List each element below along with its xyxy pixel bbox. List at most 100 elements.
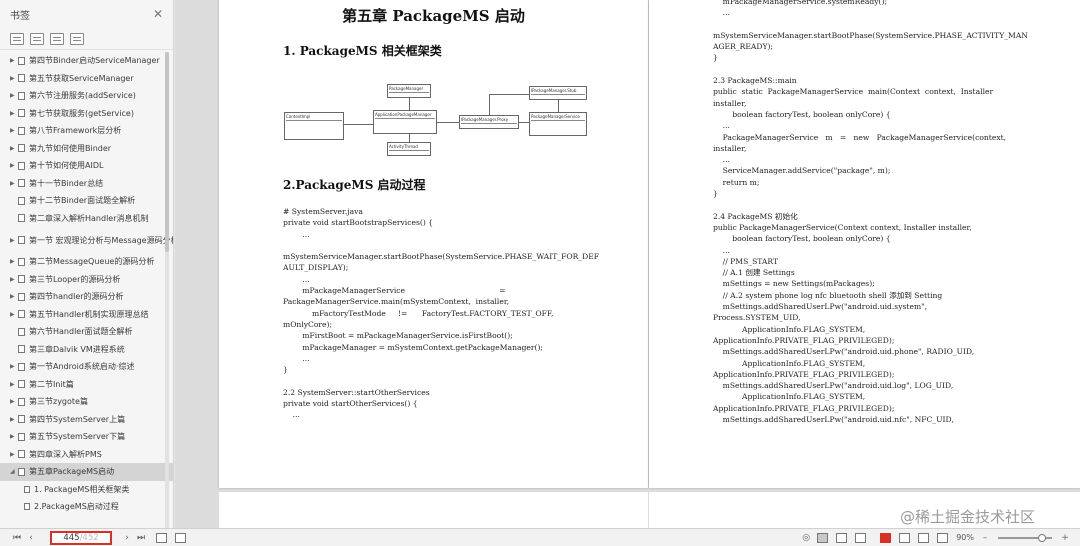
expanded-arrow-icon[interactable]: ◢ [10, 468, 18, 475]
collapsed-arrow-icon[interactable]: ▶ [10, 276, 18, 283]
expand-all-icon[interactable] [10, 32, 24, 45]
bookmark-icon [18, 196, 25, 205]
scrollbar-thumb[interactable] [165, 52, 169, 252]
bookmark-label: 第五节SystemServer下篇 [29, 432, 126, 442]
bookmark-icon [18, 236, 25, 244]
document-view[interactable]: 第五章 PackageMS 启动 1. PackageMS 相关框架类 Cont… [175, 0, 1080, 528]
bookmark-icon [18, 257, 25, 266]
bookmark-item[interactable]: ▶ 第四节SystemServer上篇 [0, 411, 173, 429]
collapsed-arrow-icon[interactable]: ▶ [10, 127, 18, 134]
bookmark-item[interactable]: ▶ 第九节如何使用Binder [0, 140, 173, 158]
fit-width-icon[interactable] [175, 532, 186, 543]
collapsed-arrow-icon[interactable]: ▶ [10, 311, 18, 318]
collapse-all-icon[interactable] [30, 32, 44, 45]
bookmark-item[interactable]: 第十二节Binder面试题全解析 [0, 192, 173, 210]
rotate-icon[interactable] [918, 532, 930, 543]
collapsed-arrow-icon[interactable]: ▶ [10, 363, 18, 370]
bookmark-icon [18, 432, 25, 441]
bookmark-item[interactable]: ▶ 第三节Looper的源码分析 [0, 271, 173, 289]
bookmark-label: 第六节Handler面试题全解析 [29, 327, 133, 337]
bookmark-label: 第五节获取ServiceManager [29, 73, 134, 83]
collapsed-arrow-icon[interactable]: ▶ [10, 162, 18, 169]
bookmark-item[interactable]: ▶ 第五节SystemServer下篇 [0, 428, 173, 446]
zoom-out-icon[interactable]: – [978, 533, 992, 543]
reading-mode-icon[interactable]: ◎ [799, 533, 813, 543]
status-bar: ⏮ ‹ 445 /452 › ⏭ ◎ 90% – + [0, 528, 1080, 546]
bookmark-label: 2.PackageMS启动过程 [34, 502, 119, 512]
prev-page-icon[interactable]: ‹ [24, 533, 38, 543]
collapsed-arrow-icon[interactable]: ▶ [10, 237, 18, 244]
continuous-icon[interactable] [899, 532, 911, 543]
collapsed-arrow-icon[interactable]: ▶ [10, 92, 18, 99]
bookmark-item[interactable]: 第六节Handler面试题全解析 [0, 323, 173, 341]
uml-box-contextimpl: ContextImpl [284, 112, 344, 140]
bookmark-icon [18, 74, 25, 83]
collapsed-arrow-icon[interactable]: ▶ [10, 145, 18, 152]
page-number-input[interactable]: 445 /452 [50, 530, 112, 545]
bookmark-item[interactable]: ▶ 第四章深入解析PMS [0, 446, 173, 464]
next-page-icon[interactable]: › [120, 533, 134, 543]
bookmark-item[interactable]: ▶ 第十一节Binder总结 [0, 175, 173, 193]
bookmark-item[interactable]: ▶ 第七节获取服务(getService) [0, 105, 173, 123]
single-page-icon[interactable] [817, 532, 829, 543]
uml-link [344, 124, 373, 125]
next-page-left [219, 492, 648, 528]
collapsed-arrow-icon[interactable]: ▶ [10, 451, 18, 458]
bookmark-icon [18, 179, 25, 188]
add-bookmark-icon[interactable] [50, 32, 64, 45]
bookmark-item[interactable]: ▶ 第五节获取ServiceManager [0, 70, 173, 88]
bookmark-icon [18, 450, 25, 459]
bookmark-icon [18, 161, 25, 170]
fullscreen-icon[interactable] [937, 532, 949, 543]
bookmark-item[interactable]: ▶ 第五节Handler机制实现原理总结 [0, 306, 173, 324]
zoom-level[interactable]: 90% [956, 533, 974, 542]
bookmark-item[interactable]: ▶ 第八节Framework层分析 [0, 122, 173, 140]
bookmark-icon [24, 485, 30, 493]
collapsed-arrow-icon[interactable]: ▶ [10, 416, 18, 423]
collapsed-arrow-icon[interactable]: ▶ [10, 110, 18, 117]
bookmark-item[interactable]: ▶ 第六节注册服务(addService) [0, 87, 173, 105]
zoom-slider-knob[interactable] [1038, 533, 1046, 542]
bookmark-item[interactable]: ◢ 第五章PackageMS启动 [0, 463, 173, 481]
close-icon[interactable]: ✕ [153, 7, 163, 21]
collapsed-arrow-icon[interactable]: ▶ [10, 180, 18, 187]
fit-page-icon[interactable] [156, 532, 167, 543]
bookmark-item[interactable]: ▶ 第一节Android系统启动·综述 [0, 358, 173, 376]
delete-bookmark-icon[interactable] [70, 32, 84, 45]
bookmark-item[interactable]: ▶ 第十节如何使用AIDL [0, 157, 173, 175]
bookmark-item[interactable]: ▶ 第三节zygote篇 [0, 393, 173, 411]
sidebar-scrollbar[interactable] [165, 52, 169, 528]
bookmark-list: ▶ 第四节Binder启动ServiceManager ▶ 第五节获取ServiceM… [0, 50, 173, 516]
zoom-slider[interactable] [998, 533, 1052, 542]
first-page-icon[interactable]: ⏮ [10, 533, 24, 543]
bookmark-icon [18, 310, 25, 319]
play-icon[interactable] [880, 532, 892, 543]
collapsed-arrow-icon[interactable]: ▶ [10, 75, 18, 82]
bookmark-item[interactable]: 2.PackageMS启动过程 [0, 498, 173, 516]
bookmark-label: 第四节SystemServer上篇 [29, 414, 126, 424]
zoom-in-icon[interactable]: + [1058, 533, 1072, 543]
uml-link [489, 94, 529, 95]
bookmark-item[interactable]: 第三章Dalvik VM进程系统 [0, 341, 173, 359]
collapsed-arrow-icon[interactable]: ▶ [10, 293, 18, 300]
bookmark-label: 第三章Dalvik VM进程系统 [29, 344, 125, 354]
uml-box-ipm-stub: IPackageManager.Stub [529, 86, 587, 100]
bookmark-item[interactable]: 第二章深入解析Handler消息机制 [0, 210, 173, 228]
bookmark-item[interactable]: ▶ 第四节Binder启动ServiceManager [0, 52, 173, 70]
collapsed-arrow-icon[interactable]: ▶ [10, 381, 18, 388]
bookmark-icon [18, 415, 25, 424]
bookmark-label: 第十二节Binder面试题全解析 [29, 196, 136, 206]
collapsed-arrow-icon[interactable]: ▶ [10, 433, 18, 440]
last-page-icon[interactable]: ⏭ [134, 533, 148, 543]
book-view-icon[interactable] [855, 532, 867, 543]
collapsed-arrow-icon[interactable]: ▶ [10, 57, 18, 64]
bookmark-item[interactable]: 1. PackageMS相关框架类 [0, 481, 173, 499]
bookmark-item[interactable]: ▶ 第二节Init篇 [0, 376, 173, 394]
collapsed-arrow-icon[interactable]: ▶ [10, 258, 18, 265]
bookmark-item[interactable]: ▶ 第一节 宏观理论分析与Message源码分析 [0, 227, 173, 253]
bookmark-item[interactable]: ▶ 第四节handler的源码分析 [0, 288, 173, 306]
uml-box-activitythread: ActivityThread [387, 142, 431, 156]
collapsed-arrow-icon[interactable]: ▶ [10, 398, 18, 405]
bookmark-item[interactable]: ▶ 第二节MessageQueue的源码分析 [0, 253, 173, 271]
double-page-icon[interactable] [836, 532, 848, 543]
